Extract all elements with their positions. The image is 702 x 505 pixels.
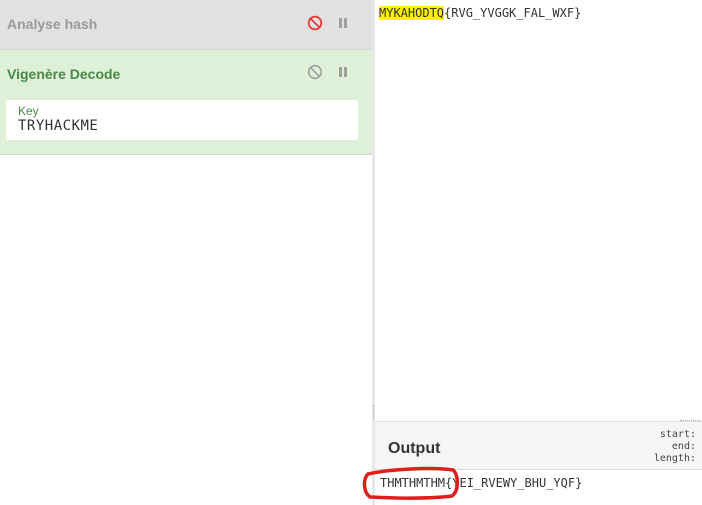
key-input[interactable]: TRYHACKME: [18, 118, 98, 134]
cyberchef-window: Analyse hash Vigenère Decode Key TRYHACK…: [0, 0, 702, 505]
operation-vigenere-decode[interactable]: Vigenère Decode Key TRYHACKME: [0, 50, 372, 155]
stat-length: length:: [653, 453, 696, 464]
key-field[interactable]: Key TRYHACKME: [6, 100, 358, 140]
stat-end: end:: [671, 441, 696, 452]
operation-title: Analyse hash: [7, 16, 98, 32]
operation-title: Vigenère Decode: [7, 66, 121, 82]
output-rest-text: {YEI_RVEWY_BHU_YQF}: [445, 476, 583, 490]
input-text[interactable]: MYKAHODTQ{RVG_YVGGK_FAL_WXF}: [379, 6, 581, 20]
output-title: Output: [388, 440, 441, 457]
input-rest-text: {RVG_YVGGK_FAL_WXF}: [444, 6, 582, 20]
key-label: Key: [18, 104, 39, 118]
output-header: Output start: end: length:: [375, 421, 702, 470]
operation-analyse-hash[interactable]: Analyse hash: [0, 0, 372, 50]
stat-start: start:: [659, 429, 696, 440]
pause-icon[interactable]: [335, 15, 351, 31]
input-pane[interactable]: MYKAHODTQ{RVG_YVGGK_FAL_WXF}: [375, 0, 702, 420]
ban-icon[interactable]: [307, 15, 323, 31]
red-annotation-circle: [362, 466, 460, 500]
output-stats: start: end: length:: [654, 429, 696, 465]
recipe-pane: Analyse hash Vigenère Decode Key TRYHACK…: [0, 0, 372, 505]
highlighted-text: MYKAHODTQ: [379, 6, 445, 20]
pause-icon[interactable]: [335, 64, 351, 80]
ban-icon[interactable]: [307, 64, 323, 80]
